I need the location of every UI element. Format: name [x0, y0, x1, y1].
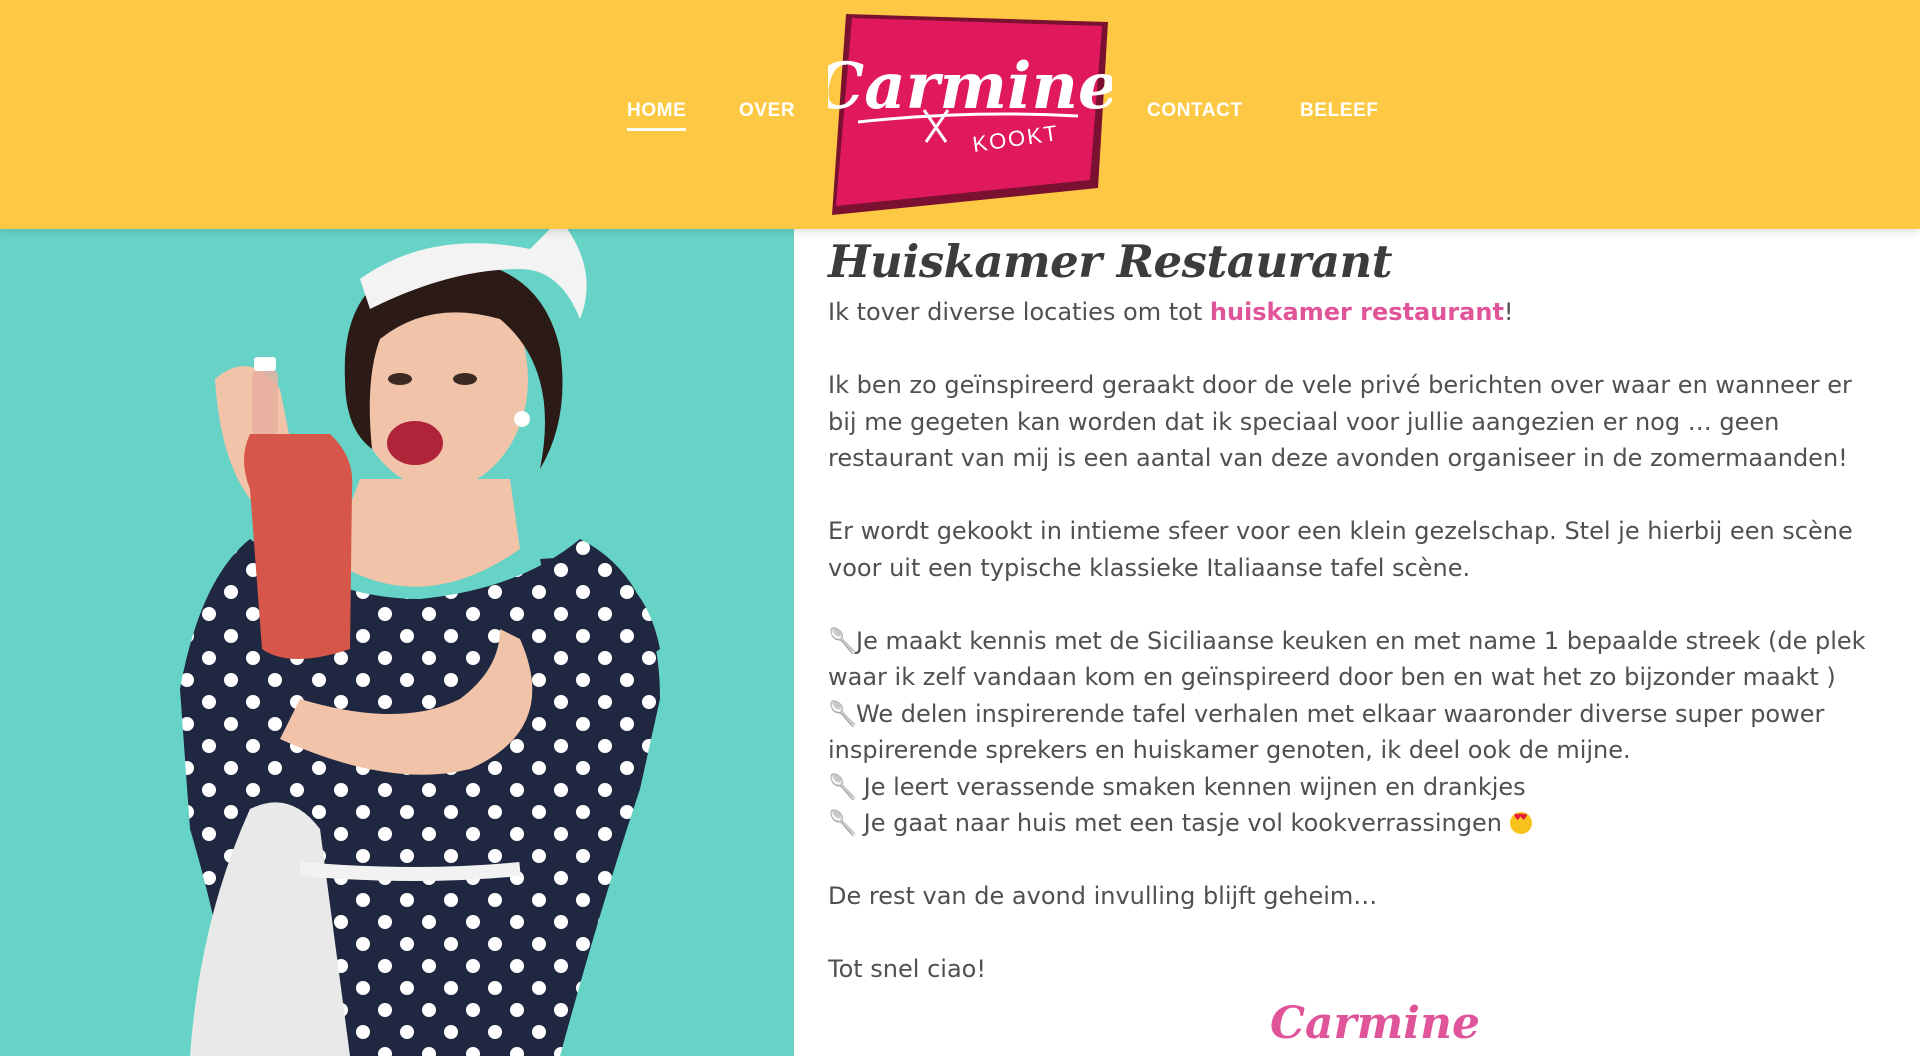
list-item-text: We delen inspirerende tafel verhalen met…	[828, 699, 1825, 765]
list-item-text: Je gaat naar huis met een tasje vol kook…	[856, 809, 1502, 837]
list-item: 🥄We delen inspirerende tafel verhalen me…	[828, 696, 1888, 769]
list-item: 🥄 Je gaat naar huis met een tasje vol ko…	[828, 805, 1888, 842]
feature-list: 🥄Je maakt kennis met de Siciliaanse keuk…	[828, 623, 1888, 842]
inspiration-paragraph: Ik ben zo geïnspireerd geraakt door de v…	[828, 371, 1852, 472]
logo-wordmark: Carmine	[828, 49, 1112, 124]
nav-home[interactable]: HOME	[627, 100, 687, 131]
list-item: 🥄 Je leert verassende smaken kennen wijn…	[828, 769, 1888, 806]
spoon-icon: 🥄	[828, 699, 858, 728]
main-content: Huiskamer Restaurant Ik tover diverse lo…	[828, 229, 1888, 988]
nav-contact[interactable]: CONTACT	[1147, 100, 1243, 122]
list-item-text: Je maakt kennis met de Siciliaanse keuke…	[828, 626, 1866, 692]
page-title: Huiskamer Restaurant	[828, 235, 1393, 288]
nav-over[interactable]: OVER	[739, 100, 795, 122]
spoon-icon: 🥄	[828, 809, 858, 837]
nav-beleef[interactable]: BELEEF	[1300, 100, 1379, 122]
list-item-text: Je leert verassende smaken kennen wijnen…	[856, 772, 1526, 801]
intro-end: !	[1503, 298, 1514, 326]
atmosphere-paragraph: Er wordt gekookt in intieme sfeer voor e…	[828, 517, 1853, 582]
huiskamer-restaurant-link[interactable]: huiskamer restaurant	[1210, 298, 1504, 326]
spoon-icon: 🥄	[828, 772, 858, 801]
signature: Carmine	[1270, 998, 1480, 1049]
intro-text: Ik tover diverse locaties om tot	[828, 298, 1210, 326]
secret-paragraph: De rest van de avond invulling blijft ge…	[828, 882, 1378, 910]
intro-paragraph: Ik tover diverse locaties om tot huiskam…	[828, 294, 1888, 331]
woman-with-bottle-image	[180, 229, 660, 1056]
carmine-kookt-logo[interactable]: Carmine KOOKT	[828, 10, 1112, 218]
spoon-icon: 🥄	[828, 626, 858, 655]
closing-text: Tot snel ciao!	[828, 955, 986, 983]
hero-photo	[0, 229, 794, 1056]
list-item: 🥄Je maakt kennis met de Siciliaanse keuk…	[828, 623, 1888, 696]
heart-eyes-emoji-icon	[1509, 812, 1532, 834]
site-header: HOME OVER Carmine KOOKT CONTACT BELEEF	[0, 0, 1920, 229]
